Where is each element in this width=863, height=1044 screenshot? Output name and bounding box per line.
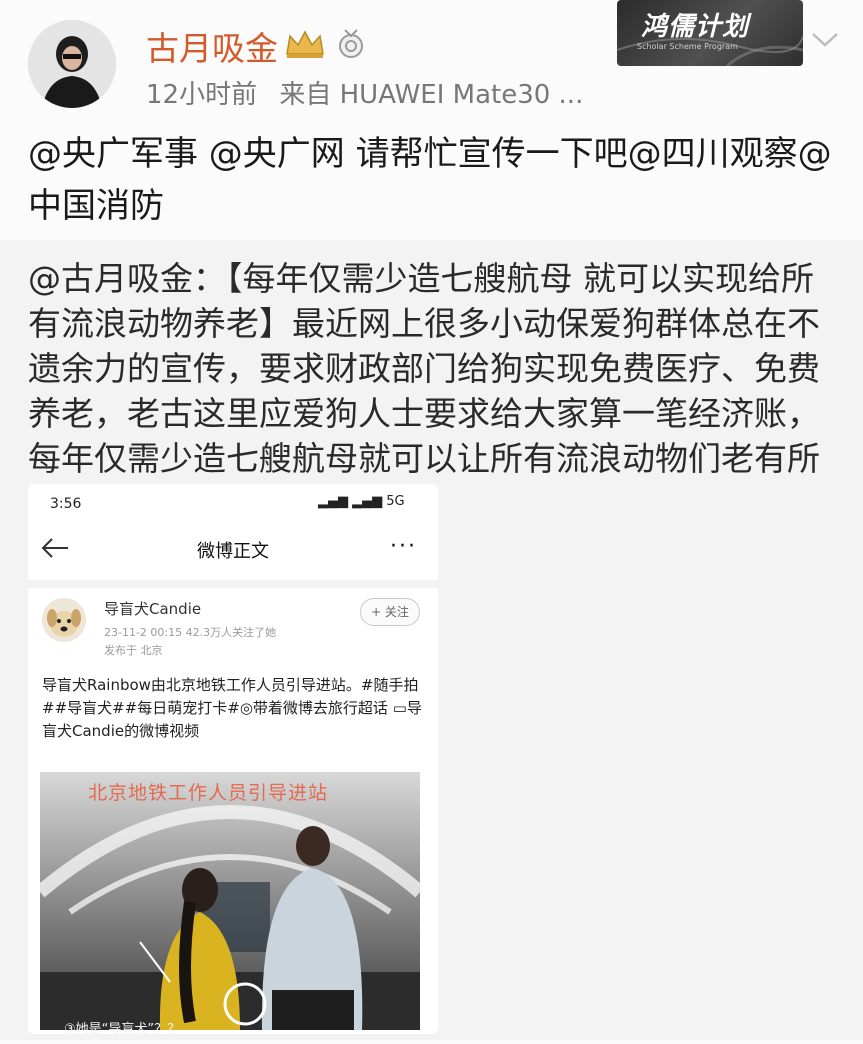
user-avatar[interactable] [28,20,116,108]
nav-title: 微博正文 [197,541,269,562]
candie-post-text: 导盲犬Rainbow由北京地铁工作人员引导进站。#随手拍##导盲犬##每日萌宠打… [42,676,422,740]
video-caption: ③她是“导盲犬”？？ [64,1022,181,1034]
status-signal: ▂▄▆ ▂▄▆ 5G [318,494,405,509]
post-text: @央广军事 @央广网 请帮忙宣传一下吧@四川观察@中国消防 [28,134,832,226]
watermark-title: 鸿儒计划 [641,12,750,42]
follow-button[interactable]: + 关注 [360,598,420,626]
medal-badge-icon [336,28,366,64]
candie-meta: 23-11-2 00:15 42.3万人关注了她 [104,626,277,639]
candie-name[interactable]: 导盲犬Candie [104,598,201,619]
post-time: 12小时前 [146,80,258,110]
post-source: 来自 HUAWEI Mate30 ... [279,80,584,110]
candie-avatar[interactable] [42,598,86,642]
watermark-subtitle: Scholar Scheme Program [637,42,738,51]
more-options-icon[interactable]: ··· [390,534,417,559]
watermark-logo: 鸿儒计划 Scholar Scheme Program [617,0,803,66]
candie-location: 发布于 北京 [104,644,163,657]
video-overlay-text: 北京地铁工作人员引导进站 [88,782,329,804]
video-player[interactable]: 北京地铁工作人员引导进站 [40,772,420,1030]
weibo-post-page: 古月吸金 12小时前 来自 HUAWEI Mate30 ... 鸿儒计划 Sch… [0,0,863,1044]
phone-status-bar: 3:56 ▂▄▆ ▂▄▆ 5G [28,484,438,524]
crown-badge-icon [284,28,326,64]
post-meta: 12小时前 来自 HUAWEI Mate30 ... [146,74,597,111]
repost-author-link[interactable]: @古月吸金： [28,259,226,298]
embedded-screenshot[interactable]: 3:56 ▂▄▆ ▂▄▆ 5G 微博正文 ··· 导盲犬Candie 23-11… [28,484,438,1034]
username[interactable]: 古月吸金 [146,22,278,70]
status-time: 3:56 [50,496,82,512]
chevron-down-icon[interactable] [810,30,840,54]
divider [28,580,438,588]
